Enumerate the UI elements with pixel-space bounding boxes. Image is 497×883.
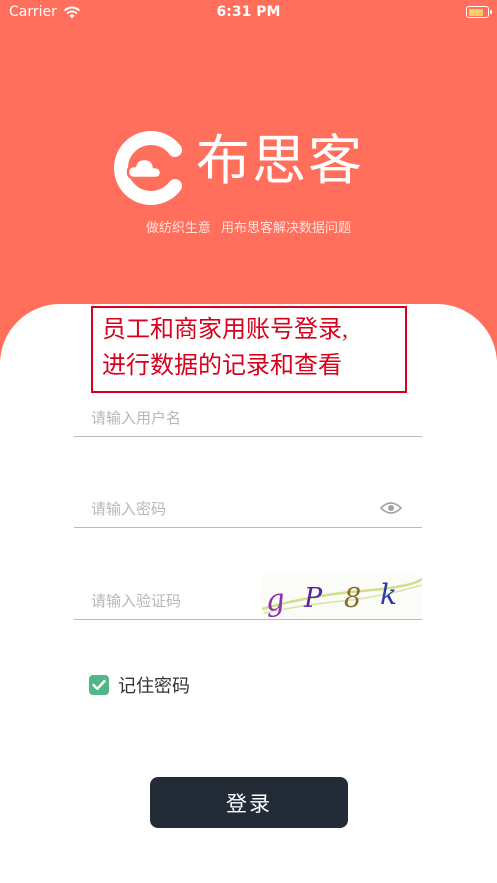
remember-password[interactable]: 记住密码 [89,672,190,698]
remember-checkbox[interactable] [89,675,109,695]
captcha-graphic: g P 8 k [261,577,423,619]
brand-name: 布思客 [196,129,364,192]
password-input[interactable] [89,491,363,527]
brand-slogan: 做纺织生意 用布思客解决数据问题 [145,221,352,236]
svg-text:P: P [303,583,323,614]
eye-icon[interactable] [380,501,402,515]
password-field [74,491,422,528]
svg-text:k: k [380,578,397,611]
login-button[interactable]: 登录 [150,777,348,828]
username-field [74,400,422,437]
remember-label: 记住密码 [118,676,190,697]
annotation-line-1: 员工和商家用账号登录, [102,317,348,343]
annotation-box: 员工和商家用账号登录, 进行数据的记录和查看 [91,306,407,393]
status-time: 6:31 PM [216,4,281,20]
captcha-input[interactable] [89,583,253,619]
battery-icon [466,6,492,18]
check-icon [92,679,106,690]
username-input[interactable] [89,400,363,436]
svg-text:8: 8 [344,583,361,614]
status-bar: Carrier 6:31 PM [0,0,497,24]
captcha-image[interactable]: g P 8 k [261,575,423,619]
logo-icon [114,131,182,205]
annotation-line-2: 进行数据的记录和查看 [102,353,342,379]
captcha-field: g P 8 k [74,575,423,620]
svg-text:g: g [264,582,287,619]
